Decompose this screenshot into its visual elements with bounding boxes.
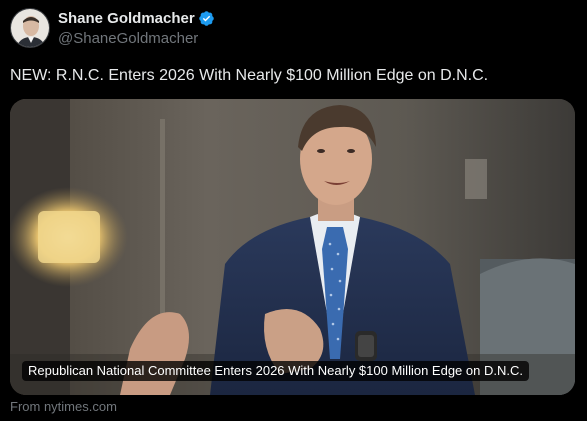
- author-handle[interactable]: @ShaneGoldmacher: [58, 29, 215, 48]
- author-name-row: Shane Goldmacher: [58, 9, 215, 28]
- avatar[interactable]: [10, 8, 50, 48]
- card-image: [10, 99, 575, 395]
- author-name[interactable]: Shane Goldmacher: [58, 9, 195, 28]
- avatar-image: [11, 9, 49, 47]
- card-source[interactable]: From nytimes.com: [10, 399, 117, 415]
- link-card[interactable]: Republican National Committee Enters 202…: [10, 99, 575, 395]
- card-caption: Republican National Committee Enters 202…: [22, 361, 529, 381]
- author-block: Shane Goldmacher @ShaneGoldmacher: [58, 9, 215, 48]
- verified-badge-icon[interactable]: [198, 10, 215, 27]
- tweet-header: Shane Goldmacher @ShaneGoldmacher: [10, 8, 215, 48]
- tweet-text: NEW: R.N.C. Enters 2026 With Nearly $100…: [10, 67, 489, 84]
